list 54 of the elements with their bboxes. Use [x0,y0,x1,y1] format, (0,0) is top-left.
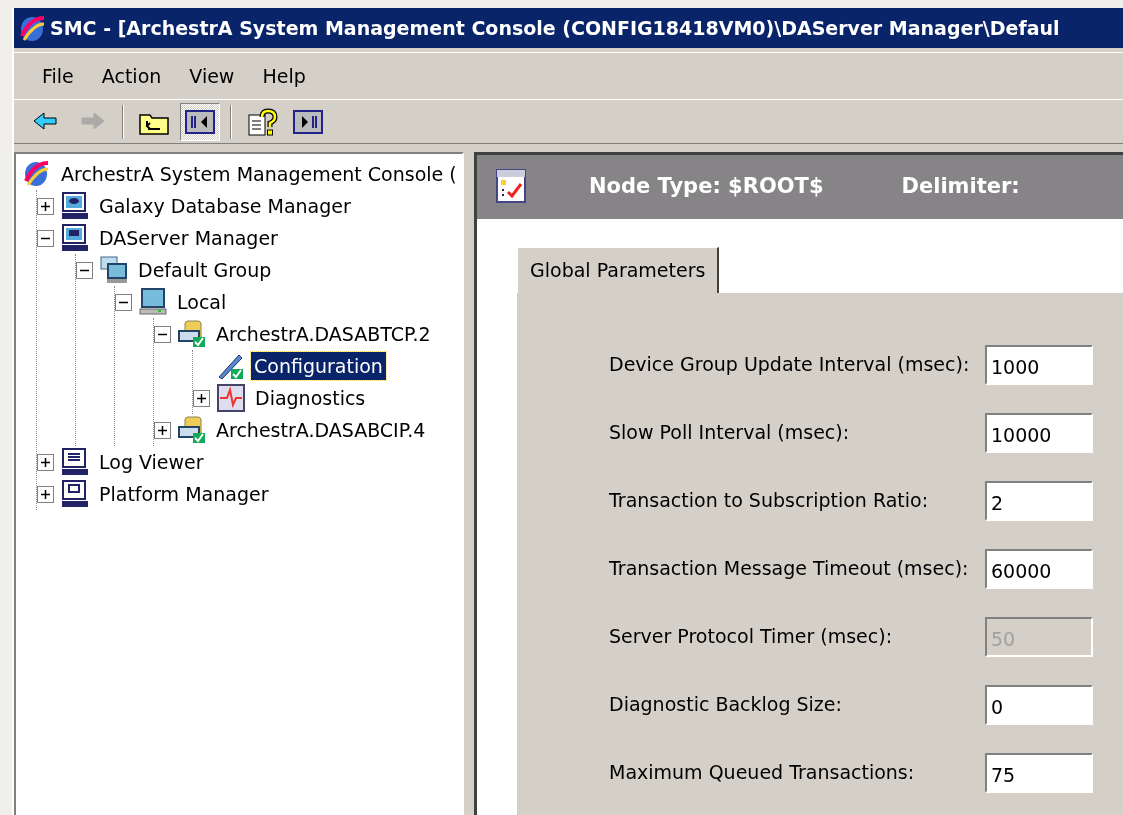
expand-icon[interactable] [154,421,171,439]
server-check-icon [177,415,207,445]
tree-item[interactable]: Log Viewer [96,447,207,477]
menu-item[interactable]: View [181,57,243,95]
field-label: Slow Poll Interval (msec): [609,420,851,446]
input-field[interactable]: 0 [985,684,1093,725]
collapse-icon[interactable] [154,325,171,343]
field-label: Maximum Queued Transactions: [609,760,916,786]
collapse-icon[interactable] [115,293,132,311]
app-logo-icon [18,14,46,42]
computers-icon [99,255,129,285]
monitor-icon [60,479,90,509]
collapse-icon[interactable] [76,261,93,279]
tree-item[interactable]: Galaxy Database Manager [96,191,354,221]
tree-item[interactable]: ArchestrA System Management Console ( [58,159,460,189]
list-monitor-icon [60,447,90,477]
expand-icon[interactable] [37,197,54,215]
tab[interactable]: Global Parameters [517,247,720,293]
delimiter-label: Delimiter: [901,173,1020,201]
input-field[interactable]: 2 [985,480,1093,521]
tree-item[interactable]: Diagnostics [252,383,369,413]
tree-item[interactable]: ArchestrA.DASABTCP.2 [213,319,434,349]
window-title: SMC - [ArchestrA System Management Console (CONFIG18418VM0)\DAServer Manager\Defaul [50,15,1060,41]
input-field[interactable]: 1000 [985,344,1093,385]
menu-item[interactable]: Action [93,57,170,95]
input-field[interactable]: 75 [985,752,1093,793]
field-label: Transaction Message Timeout (msec): [609,556,970,582]
field-label: Device Group Update Interval (msec): [609,352,971,378]
server-check-icon [177,319,207,349]
expand-icon[interactable] [37,485,54,503]
tree-item[interactable]: Configuration [251,351,386,381]
monitor-icon [60,223,90,253]
computer-icon [138,287,168,317]
monitor-icon [60,191,90,221]
chart-icon [216,383,246,413]
tree-item[interactable]: ArchestrA.DASABCIP.4 [213,415,429,445]
tree-item[interactable]: Default Group [135,255,275,285]
node-type-label: Node Type: $ROOT$ [589,173,824,201]
input-field[interactable]: 60000 [985,548,1093,589]
checklist-icon [495,168,529,206]
field-label: Transaction to Subscription Ratio: [609,488,930,514]
input-field[interactable]: 10000 [985,412,1093,453]
expand-icon[interactable] [193,389,210,407]
toolbar-button[interactable] [180,102,220,141]
tree-item[interactable]: DAServer Manager [96,223,281,253]
tree-item[interactable]: Platform Manager [96,479,272,509]
field-label: Diagnostic Backlog Size: [609,692,843,718]
expand-icon[interactable] [37,453,54,471]
collapse-icon[interactable] [37,229,54,247]
help-icon [246,106,278,137]
field-label: Server Protocol Timer (msec): [609,624,894,650]
menu-item[interactable]: Help [254,57,314,95]
menu-item[interactable]: File [34,57,82,95]
tree-item[interactable]: Local [174,287,230,317]
